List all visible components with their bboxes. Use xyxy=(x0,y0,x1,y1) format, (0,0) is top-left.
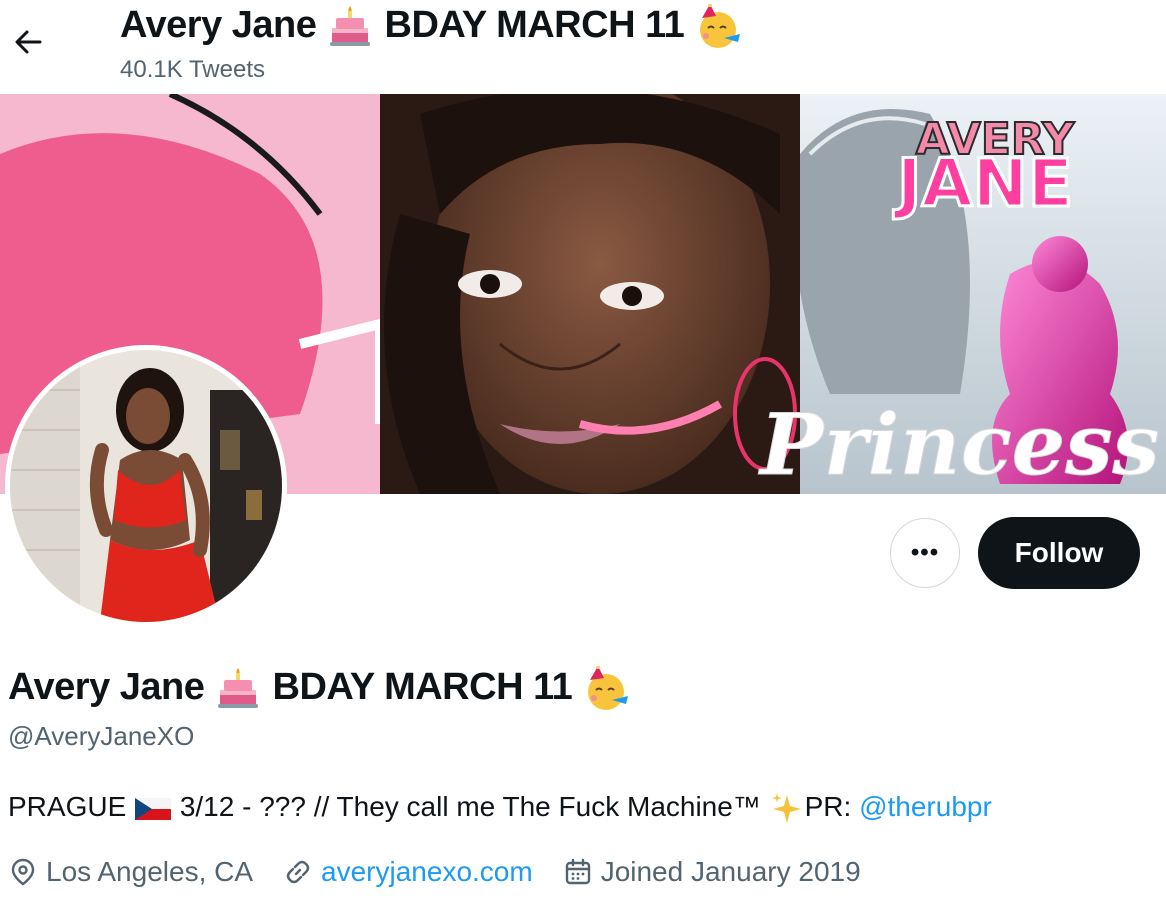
czech-flag-icon xyxy=(135,797,172,820)
bio-pr: PR: xyxy=(804,791,852,822)
bio-main: 3/12 - ??? // They call me The Fuck Mach… xyxy=(179,791,761,822)
banner-overlay-line2: JANE xyxy=(893,145,1073,222)
birthday-cake-icon xyxy=(218,667,259,708)
back-button[interactable] xyxy=(10,26,48,58)
website-item: averyjanexo.com xyxy=(283,856,533,888)
joined-text: Joined January 2019 xyxy=(600,856,861,887)
profile-meta: Los Angeles, CA averyjanexo.com Joined J… xyxy=(8,850,891,894)
header-name-suffix: BDAY MARCH 11 xyxy=(384,4,685,46)
header-name: Avery Jane xyxy=(120,4,317,46)
header-title: Avery Jane BDAY MARCH 11 xyxy=(120,2,744,50)
website-link[interactable]: averyjanexo.com xyxy=(321,856,533,888)
profile-name-suffix: BDAY MARCH 11 xyxy=(272,666,573,708)
link-icon xyxy=(286,860,310,884)
joined-item: Joined January 2019 xyxy=(563,856,861,888)
profile-bio: PRAGUE 3/12 - ??? // They call me The Fu… xyxy=(8,785,992,829)
banner-script-text: Princess xyxy=(758,395,1160,494)
bio-prefix: PRAGUE xyxy=(8,791,127,822)
birthday-cake-icon xyxy=(330,5,371,46)
profile-handle: @AveryJaneXO xyxy=(8,721,195,751)
more-icon: ••• xyxy=(910,539,940,566)
profile-name: Avery Jane BDAY MARCH 11 xyxy=(8,660,632,714)
profile-name-text: Avery Jane xyxy=(8,666,205,708)
avatar-image xyxy=(10,350,282,622)
calendar-icon xyxy=(565,858,590,885)
location-text: Los Angeles, CA xyxy=(46,856,254,887)
follow-button[interactable]: Follow xyxy=(978,517,1140,589)
party-face-icon xyxy=(588,665,629,710)
location-pin-icon xyxy=(11,858,35,886)
back-arrow-icon xyxy=(15,30,42,54)
bio-mention-link[interactable]: @therubpr xyxy=(859,791,992,822)
more-button[interactable]: ••• xyxy=(890,518,960,588)
sparkles-icon xyxy=(771,792,801,823)
location-item: Los Angeles, CA xyxy=(8,856,253,888)
tweet-count: 40.1K Tweets xyxy=(120,56,265,83)
avatar[interactable] xyxy=(5,345,287,627)
top-bar: Avery Jane BDAY MARCH 11 40.1K Tweets xyxy=(0,0,1166,94)
party-face-icon xyxy=(700,3,741,48)
